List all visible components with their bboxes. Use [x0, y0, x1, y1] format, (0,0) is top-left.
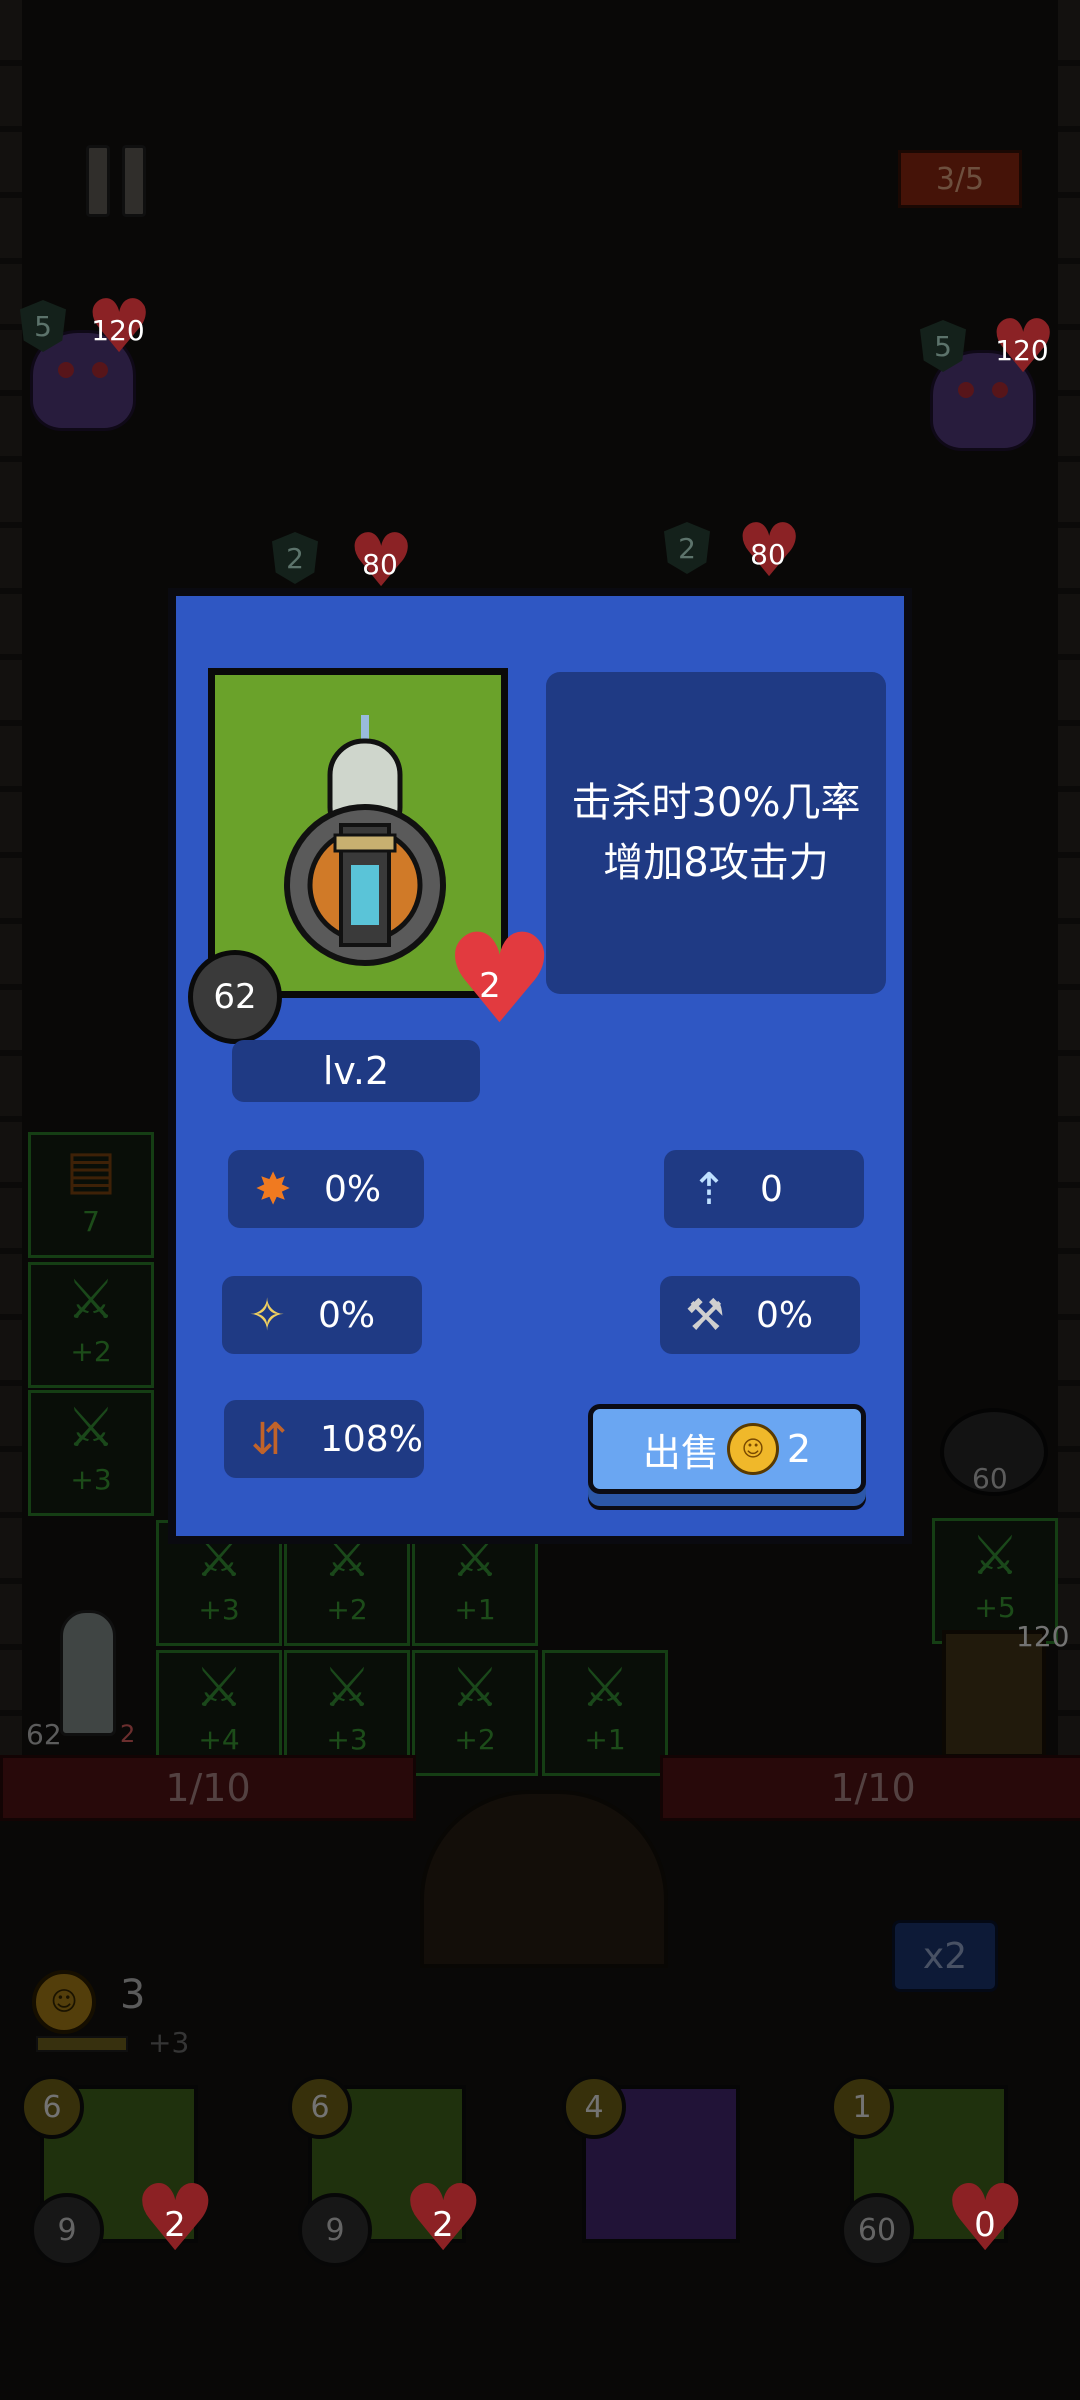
stat-value: 0 [760, 1168, 783, 1210]
tile-bonus: +3 [70, 1463, 112, 1496]
attack-badge: 62 [188, 950, 282, 1044]
coin-icon: ☺ [726, 1423, 779, 1475]
hand-card[interactable]: 4 [562, 2075, 742, 2245]
tile-bonus: +2 [70, 1335, 112, 1368]
chest-hp: 7 [82, 1205, 100, 1238]
hand-card[interactable]: 1 60 0 [830, 2075, 1026, 2272]
tile-bonus: +4 [198, 1723, 240, 1756]
stat-value: 0% [318, 1294, 376, 1336]
grid-tile[interactable]: ⚔ +1 [542, 1650, 668, 1776]
coin-progress-bar [36, 2036, 128, 2052]
grid-tile[interactable]: ⚔ +2 [28, 1262, 154, 1388]
coin-count: 3 [120, 1972, 146, 2018]
card-hp: 2 [402, 2165, 484, 2272]
monster-shield-badge: 2 [664, 522, 710, 574]
card-attack: 9 [298, 2193, 372, 2267]
health-badge: 2 [444, 908, 555, 1052]
speed-boot-icon: ⇵ [250, 1413, 288, 1465]
monster[interactable]: 5 120 [20, 284, 152, 431]
placed-tower-unit[interactable]: 62 2 [20, 1600, 150, 1751]
left-wall [0, 0, 22, 1760]
stat-speed: ⇵ 108% [224, 1400, 424, 1478]
pause-button[interactable] [86, 145, 146, 217]
card-hp: 2 [134, 2165, 216, 2272]
speed-button[interactable]: x2 [892, 1920, 998, 1992]
stat-value: 0% [756, 1294, 814, 1336]
chest-icon: ▤ [65, 1138, 117, 1201]
monster-hp-badge: 80 [736, 508, 802, 594]
sell-button[interactable]: 出售 ☺ 2 [588, 1404, 866, 1494]
tile-bonus: +1 [454, 1593, 496, 1626]
stun-stars-icon: ✧ [248, 1289, 286, 1341]
chest-hp: 120 [1016, 1620, 1070, 1653]
stat-crit: ✸ 0% [228, 1150, 424, 1228]
castle-gate [420, 1790, 668, 1968]
card-cost: 6 [288, 2075, 352, 2139]
coin-icon: ☺ [32, 1970, 96, 2034]
stat-value: 108% [320, 1418, 423, 1460]
wave-counter: 3/5 [898, 150, 1022, 208]
hand-card[interactable]: 6 9 2 [288, 2075, 484, 2272]
monster-hp-badge: 80 [348, 518, 414, 604]
lane-progress-left: 1/10 [0, 1755, 416, 1821]
monster[interactable]: 5 120 [920, 304, 1056, 451]
sword-icon: ⚔ [66, 1268, 116, 1331]
sell-price: 2 [786, 1427, 812, 1471]
monster-hp-badge: 120 [990, 304, 1056, 390]
ability-description: 击杀时30%几率 增加8攻击力 [546, 672, 886, 994]
unit-attack: 62 [26, 1718, 62, 1751]
knockback-hammer-icon: ⚒ [685, 1289, 725, 1341]
card-attack: 9 [30, 2193, 104, 2267]
description-line: 增加8攻击力 [603, 840, 829, 886]
stat-range: ⇡ 0 [664, 1150, 864, 1228]
sword-icon: ⚔ [450, 1656, 500, 1719]
tile-bonus: +3 [198, 1593, 240, 1626]
sword-icon: ⚔ [322, 1656, 372, 1719]
lane-progress-right: 1/10 [660, 1755, 1080, 1821]
unit-hp: 2 [120, 1720, 136, 1748]
stat-knockback: ⚒ 0% [660, 1276, 860, 1354]
unit-attack: 60 [972, 1462, 1008, 1495]
crit-sword-icon: ✸ [254, 1163, 292, 1215]
grid-tile-chest[interactable]: ▤ 7 [28, 1132, 154, 1258]
monster[interactable]: 2 80 [664, 508, 802, 594]
card-cost: 1 [830, 2075, 894, 2139]
card-cost: 4 [562, 2075, 626, 2139]
treasure-chest[interactable]: 120 [938, 1620, 1069, 1760]
tile-bonus: +1 [584, 1723, 626, 1756]
tile-bonus: +3 [326, 1723, 368, 1756]
tower-icon [284, 715, 446, 966]
monster[interactable]: 2 80 [272, 518, 414, 604]
spiked-bomb-unit[interactable]: 60 [920, 1398, 1060, 1508]
tile-bonus: +2 [326, 1593, 368, 1626]
sword-icon: ⚔ [580, 1656, 630, 1719]
card-cost: 6 [20, 2075, 84, 2139]
stat-stun: ✧ 0% [222, 1276, 422, 1354]
stat-value: 0% [324, 1168, 382, 1210]
coin-income: +3 [148, 2026, 190, 2059]
grid-tile[interactable]: ⚔ +2 [412, 1650, 538, 1776]
sword-icon: ⚔ [970, 1524, 1020, 1587]
level-label: lv.2 [232, 1040, 480, 1102]
card-attack: 60 [840, 2193, 914, 2267]
tile-bonus: +2 [454, 1723, 496, 1756]
sword-icon: ⚔ [66, 1396, 116, 1459]
card-hp: 0 [944, 2165, 1026, 2272]
grid-tile[interactable]: ⚔ +3 [28, 1390, 154, 1516]
hand-card[interactable]: 6 9 2 [20, 2075, 216, 2272]
sword-icon: ⚔ [194, 1656, 244, 1719]
monster-hp-badge: 120 [86, 284, 152, 370]
monster-shield-badge: 2 [272, 532, 318, 584]
description-line: 击杀时30%几率 [571, 780, 861, 826]
range-arrow-icon: ⇡ [690, 1163, 728, 1215]
right-wall [1058, 0, 1080, 1760]
sell-label: 出售 [642, 1430, 719, 1475]
